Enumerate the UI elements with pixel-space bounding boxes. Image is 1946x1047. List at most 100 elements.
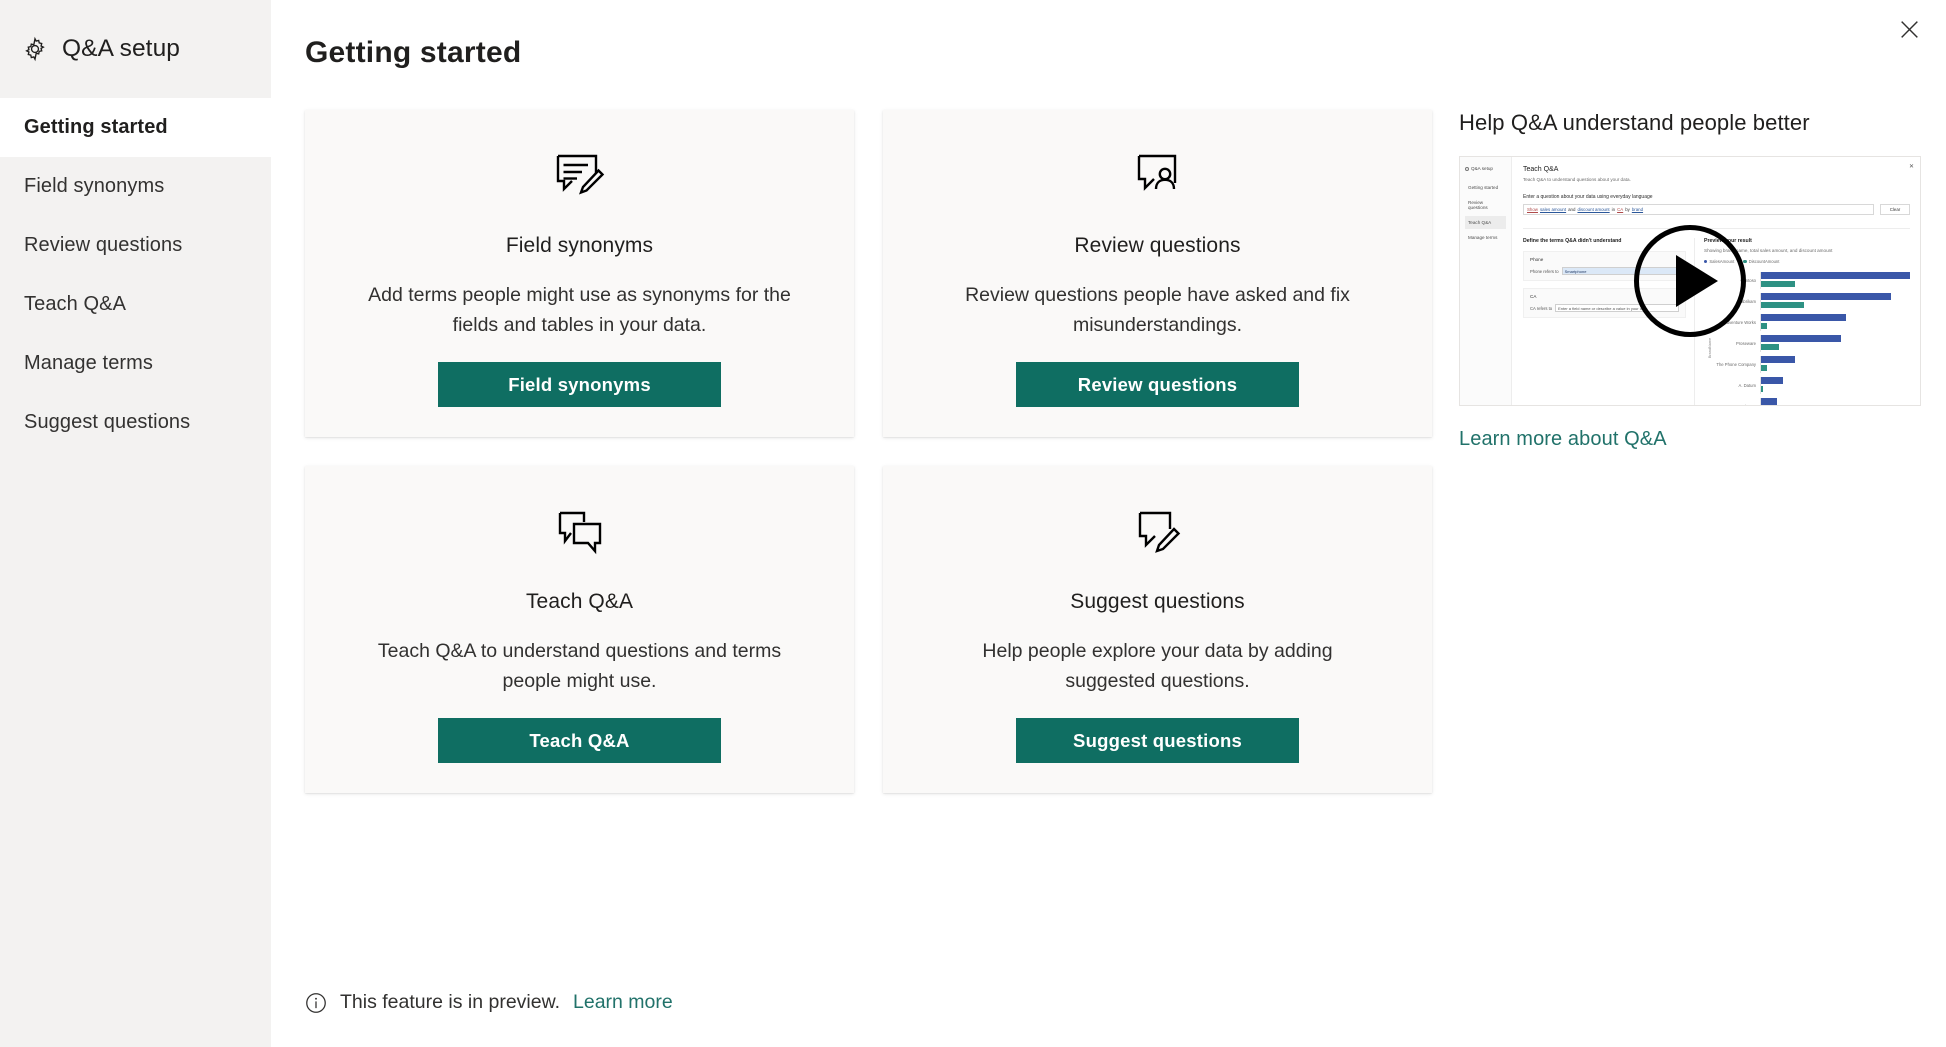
preview-term-label: CA refers to (1530, 305, 1553, 311)
chart-bar-row: Adventure Works (1704, 312, 1910, 333)
cards-grid: Field synonyms Add terms people might us… (305, 110, 1433, 822)
preview-subheading: Teach Q&A to understand questions about … (1523, 177, 1631, 182)
chart-category-label: Proseware (1735, 341, 1756, 346)
chart-bar-sales (1761, 398, 1778, 405)
chart-bars (1760, 314, 1910, 331)
chart-bars (1760, 293, 1910, 310)
preview-nav-item: Review questions (1468, 200, 1488, 210)
query-token: CA (1617, 207, 1624, 212)
chart-y-axis-label: BrandName (1708, 337, 1713, 358)
chart-bars (1760, 272, 1910, 289)
card-teach-qa[interactable]: Teach Q&A Teach Q&A to understand questi… (305, 466, 854, 793)
chart-bar-discount (1761, 280, 1796, 287)
sidebar-item-getting-started[interactable]: Getting started (0, 98, 271, 157)
chart-bar-sales (1761, 293, 1891, 300)
sidebar-item-field-synonyms[interactable]: Field synonyms (0, 157, 271, 216)
chart-bar-discount (1761, 322, 1767, 329)
legend-entry: DiscountAmount (1743, 259, 1779, 264)
chart-bars (1760, 356, 1910, 373)
chart-bar-sales (1761, 356, 1796, 363)
query-token: sales amount (1539, 207, 1567, 212)
card-title: Suggest questions (1070, 590, 1245, 613)
field-synonyms-button[interactable]: Field synonyms (438, 362, 721, 407)
chart-bar-row: Proseware (1704, 333, 1910, 354)
suggest-questions-button[interactable]: Suggest questions (1016, 718, 1299, 763)
card-review-questions[interactable]: Review questions Review questions people… (883, 110, 1432, 437)
preview-notice-text: This feature is in preview. (340, 991, 561, 1013)
preview-prompt-label: Enter a question about your data using e… (1523, 194, 1653, 200)
close-button[interactable] (1886, 6, 1932, 52)
legend-swatch (1743, 259, 1747, 264)
cards-row-1: Field synonyms Add terms people might us… (305, 110, 1433, 437)
query-token: discount amount (1577, 207, 1610, 212)
speech-bubble-person-icon (1133, 144, 1183, 208)
sidebar-item-label: Teach Q&A (24, 293, 127, 315)
help-panel-title: Help Q&A understand people better (1459, 110, 1810, 135)
chart-bars (1760, 335, 1910, 352)
preview-query-row: Show sales amount and discount amount in… (1523, 204, 1910, 215)
chart-bar-discount (1761, 385, 1763, 392)
sidebar-item-teach-qa[interactable]: Teach Q&A (0, 275, 271, 334)
play-icon[interactable] (1634, 225, 1746, 337)
query-token: and (1568, 207, 1576, 212)
video-thumbnail[interactable]: Q&A setup Getting started Review questio… (1459, 156, 1921, 406)
sidebar-item-suggest-questions[interactable]: Suggest questions (0, 393, 271, 452)
chart-bar-sales (1761, 314, 1846, 321)
sidebar-title: Q&A setup (62, 35, 181, 62)
preview-query-input: Show sales amount and discount amount in… (1523, 204, 1874, 215)
chart-bars (1760, 377, 1910, 394)
query-token: brand (1631, 207, 1644, 212)
preview-notice: This feature is in preview. Learn more (305, 991, 673, 1014)
query-token: Show (1527, 207, 1538, 212)
sidebar-item-manage-terms[interactable]: Manage terms (0, 334, 271, 393)
qa-setup-dialog: Q&A setup Getting started Field synonyms… (0, 0, 1946, 1047)
chart-bar-discount (1761, 343, 1779, 350)
sidebar-item-label: Review questions (24, 234, 183, 256)
card-description: Teach Q&A to understand questions and te… (377, 640, 782, 692)
play-triangle (1676, 255, 1718, 307)
preview-sidebar-header: Q&A setup (1465, 166, 1506, 171)
preview-result-title: Preview your result (1704, 238, 1752, 244)
chart-category-label: Litware (1704, 404, 1760, 405)
preview-learn-more-link[interactable]: Learn more (573, 991, 673, 1014)
chart-bar-discount (1761, 301, 1805, 308)
review-questions-button[interactable]: Review questions (1016, 362, 1299, 407)
sidebar-item-review-questions[interactable]: Review questions (0, 216, 271, 275)
gear-icon (22, 36, 48, 62)
query-token: in (1611, 207, 1616, 212)
preview-term-label: Phone refers to (1530, 268, 1559, 274)
card-field-synonyms[interactable]: Field synonyms Add terms people might us… (305, 110, 854, 437)
legend-label: DiscountAmount (1748, 259, 1780, 264)
sidebar: Q&A setup Getting started Field synonyms… (0, 0, 271, 1047)
help-panel: Help Q&A understand people better Q&A se… (1459, 110, 1946, 451)
card-title: Field synonyms (505, 234, 654, 257)
close-icon (1900, 20, 1919, 39)
gear-icon (1465, 166, 1469, 171)
page-title: Getting started (305, 36, 522, 69)
card-title: Review questions (1074, 234, 1241, 257)
chart-bar-row: A. Datum (1704, 375, 1910, 396)
chart-bars (1760, 398, 1910, 405)
chart-bar-discount (1761, 364, 1767, 371)
query-token: by (1625, 207, 1630, 212)
main-content: Getting started Field synonyms Add terms… (271, 0, 1946, 1047)
sidebar-item-label: Suggest questions (24, 411, 191, 433)
preview-sidebar: Q&A setup Getting started Review questio… (1460, 157, 1512, 405)
chart-bar-sales (1761, 272, 1910, 279)
preview-nav-item: Getting started (1468, 185, 1499, 190)
sidebar-item-label: Field synonyms (24, 175, 165, 197)
sidebar-item-label: Getting started (24, 116, 168, 138)
sidebar-header: Q&A setup (0, 0, 271, 98)
close-icon: ✕ (1908, 164, 1914, 170)
learn-more-about-qa-link[interactable]: Learn more about Q&A (1459, 428, 1667, 451)
preview-heading: Teach Q&A (1523, 166, 1559, 173)
sidebar-nav: Getting started Field synonyms Review qu… (0, 98, 271, 452)
info-circle-icon (305, 992, 327, 1014)
card-title: Teach Q&A (525, 590, 634, 613)
card-suggest-questions[interactable]: Suggest questions Help people explore yo… (883, 466, 1432, 793)
note-pencil-icon (555, 144, 605, 208)
chart-category-label: The Phone Company (1716, 362, 1756, 367)
teach-qa-button[interactable]: Teach Q&A (438, 718, 721, 763)
speech-bubble-pencil-icon (1133, 500, 1183, 564)
sidebar-item-label: Manage terms (24, 352, 154, 374)
